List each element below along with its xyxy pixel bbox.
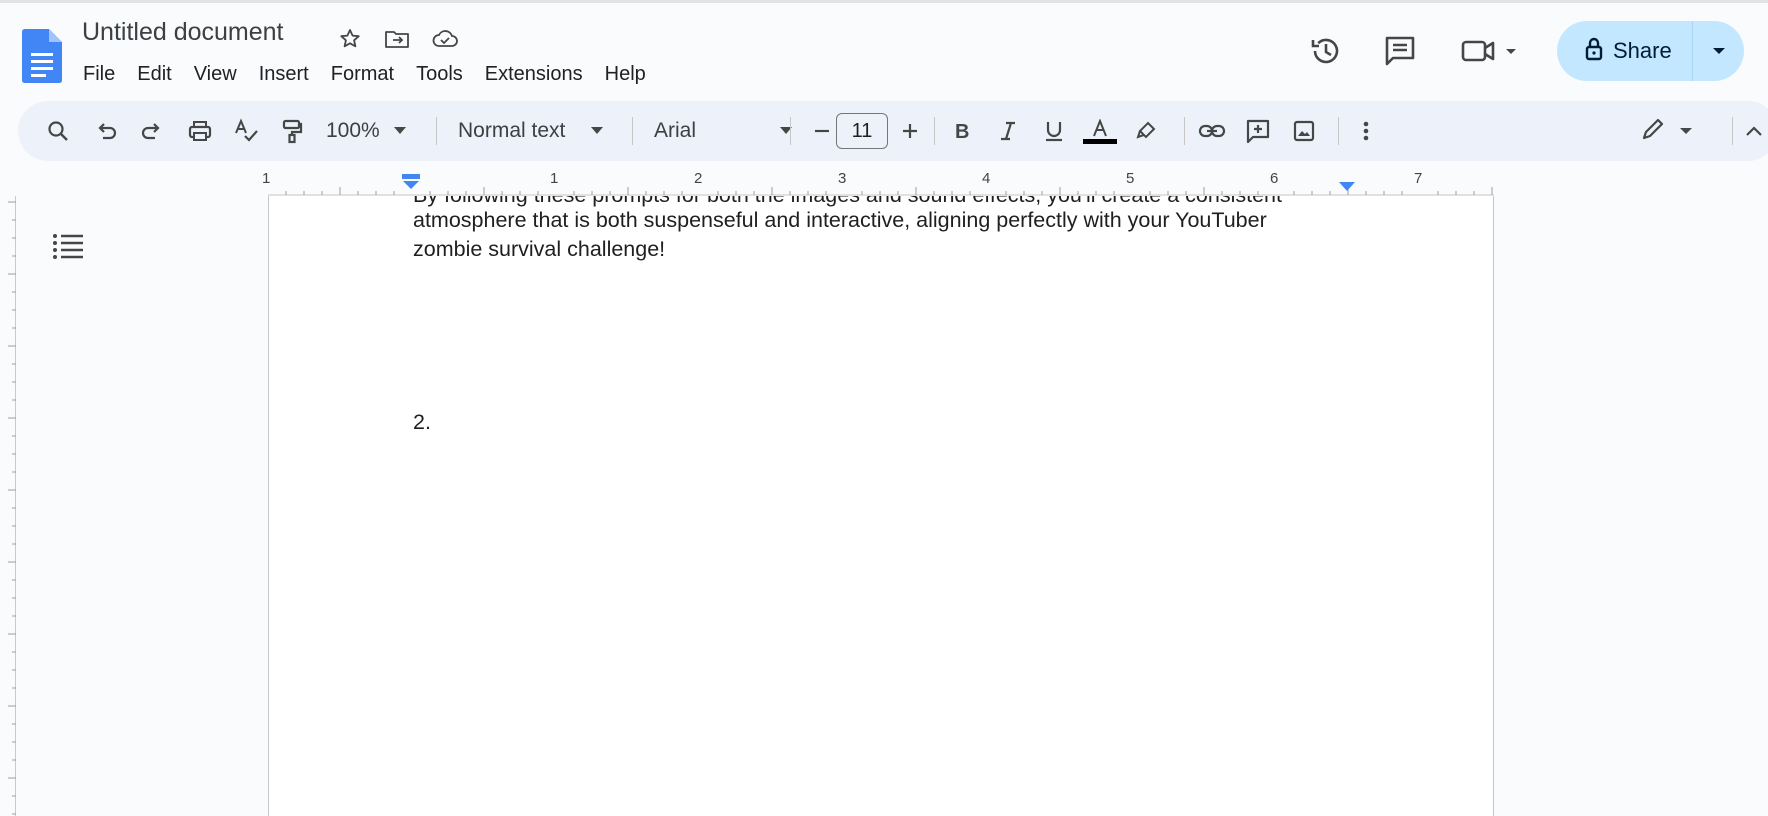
toolbar: 100% Normal text Arial B [18, 101, 1768, 161]
font-size-input[interactable] [836, 113, 888, 149]
menu-tools[interactable]: Tools [405, 61, 474, 88]
divider [1338, 117, 1339, 145]
text-color-button[interactable] [1082, 113, 1118, 149]
chevron-down-icon [1712, 48, 1725, 54]
undo-icon[interactable] [88, 113, 124, 149]
star-icon[interactable] [335, 24, 365, 54]
style-value: Normal text [458, 119, 566, 142]
menu-view[interactable]: View [183, 61, 248, 88]
divider [790, 117, 791, 145]
ruler-number: 6 [1270, 170, 1279, 187]
vertical-ruler-ticks [8, 201, 16, 815]
ruler-number: 3 [838, 170, 847, 187]
decrease-font-size-icon[interactable] [804, 113, 840, 149]
redo-icon[interactable] [134, 113, 170, 149]
menu-file[interactable]: File [72, 61, 126, 88]
version-history-icon[interactable] [1302, 27, 1350, 75]
ruler-number: 4 [982, 170, 991, 187]
comments-icon[interactable] [1376, 27, 1424, 75]
ruler-number: 5 [1126, 170, 1135, 187]
menu-help[interactable]: Help [594, 61, 657, 88]
divider [934, 117, 935, 145]
document-line: 2. [413, 410, 431, 434]
paint-format-icon[interactable] [274, 113, 310, 149]
divider [1184, 117, 1185, 145]
header: Untitled document File Edit View Insert … [0, 0, 1768, 92]
vertical-ruler[interactable] [0, 196, 16, 816]
docs-logo-icon[interactable] [22, 29, 62, 83]
bold-icon[interactable]: B [944, 113, 980, 149]
spellcheck-icon[interactable] [228, 113, 264, 149]
font-select[interactable]: Arial [654, 113, 792, 149]
menu-bar: File Edit View Insert Format Tools Exten… [72, 61, 657, 88]
insert-link-icon[interactable] [1194, 113, 1230, 149]
divider [1732, 117, 1733, 145]
zoom-select[interactable]: 100% [326, 113, 436, 149]
right-indent-marker[interactable] [1338, 180, 1356, 192]
divider [436, 117, 437, 145]
left-indent-marker[interactable] [402, 174, 420, 190]
chevron-down-icon [393, 127, 406, 134]
document-line: atmosphere that is both suspenseful and … [413, 208, 1267, 232]
editing-mode-select[interactable] [1638, 113, 1702, 149]
increase-font-size-icon[interactable] [892, 113, 928, 149]
more-options-icon[interactable] [1348, 113, 1384, 149]
share-button-group: Share [1557, 21, 1744, 81]
text-color-swatch [1083, 138, 1117, 144]
ruler-number: 2 [694, 170, 703, 187]
menu-extensions[interactable]: Extensions [474, 61, 594, 88]
font-value: Arial [654, 119, 697, 142]
document-line: zombie survival challenge! [413, 237, 666, 261]
ruler-number: 1 [262, 170, 271, 187]
highlight-color-icon[interactable] [1128, 113, 1164, 149]
share-dropdown-button[interactable] [1693, 21, 1744, 81]
menu-insert[interactable]: Insert [248, 61, 320, 88]
collapse-menus-icon[interactable] [1740, 113, 1768, 149]
ruler-number: 7 [1414, 170, 1423, 187]
menu-format[interactable]: Format [320, 61, 405, 88]
document-line: By following these prompts for both the … [413, 196, 1282, 208]
cloud-saved-icon[interactable] [430, 24, 460, 54]
document-outline-icon[interactable] [48, 228, 88, 264]
ruler-number: 1 [550, 170, 559, 187]
move-folder-icon[interactable] [382, 24, 412, 54]
zoom-value: 100% [326, 119, 380, 142]
document-page[interactable]: By following these prompts for both the … [268, 196, 1494, 816]
share-label: Share [1613, 38, 1672, 63]
chevron-down-icon [591, 127, 604, 134]
menu-edit[interactable]: Edit [126, 61, 182, 88]
search-icon[interactable] [40, 113, 76, 149]
add-comment-icon[interactable] [1240, 113, 1276, 149]
divider [632, 117, 633, 145]
pencil-icon [1642, 118, 1692, 140]
italic-icon[interactable] [990, 113, 1026, 149]
print-icon[interactable] [182, 113, 218, 149]
text-color-icon [1093, 118, 1107, 136]
meet-video-icon[interactable] [1456, 27, 1526, 75]
insert-image-icon[interactable] [1286, 113, 1322, 149]
style-select[interactable]: Normal text [458, 113, 628, 149]
svg-text:B: B [955, 121, 969, 142]
underline-icon[interactable] [1036, 113, 1072, 149]
lock-icon [1585, 37, 1603, 66]
share-button[interactable]: Share [1557, 21, 1693, 81]
horizontal-ruler[interactable]: 1 1 2 3 4 5 6 7 [0, 168, 1768, 196]
document-title[interactable]: Untitled document [82, 18, 284, 47]
